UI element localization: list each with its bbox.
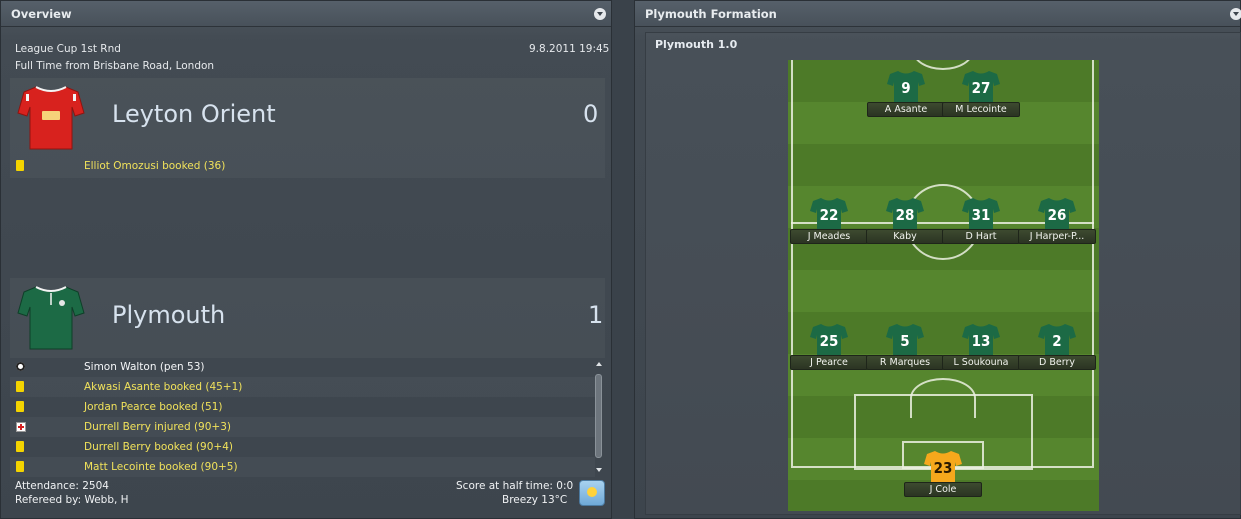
weather-label: Breezy 13°C [502, 494, 568, 506]
yellow-card-icon [16, 381, 24, 392]
player-marker[interactable]: 13 L Soukouna [942, 323, 1020, 373]
away-event-row: Simon Walton (pen 53) [10, 357, 595, 377]
player-marker[interactable]: 22 J Meades [790, 197, 868, 247]
player-marker[interactable]: 23 J Cole [904, 450, 982, 500]
yellow-card-icon [16, 461, 24, 472]
pitch [788, 60, 1099, 511]
player-name: J Pearce [790, 355, 868, 370]
events-scrollbar[interactable] [594, 360, 604, 474]
away-team-name[interactable]: Plymouth [112, 301, 225, 329]
home-shirt-icon [17, 86, 85, 150]
yellow-card-icon [16, 160, 24, 171]
player-marker[interactable]: 31 D Hart [942, 197, 1020, 247]
player-number: 26 [1047, 206, 1067, 224]
match-datetime: 9.8.2011 19:45 [529, 43, 610, 55]
away-event-row: Durrell Berry injured (90+3) [10, 417, 595, 437]
away-shirt-icon [17, 286, 85, 350]
player-name: J Harper-P... [1018, 229, 1096, 244]
formation-header: Plymouth Formation [635, 1, 1241, 27]
player-number: 25 [819, 332, 839, 350]
player-name: D Berry [1018, 355, 1096, 370]
yellow-card-icon [16, 441, 24, 452]
overview-title: Overview [11, 7, 72, 21]
event-text[interactable]: Durrell Berry booked (90+4) [84, 441, 233, 453]
player-name: D Hart [942, 229, 1020, 244]
goal-ball-icon [16, 362, 25, 371]
scroll-down-icon[interactable] [596, 468, 602, 472]
sunny-weather-icon [579, 480, 605, 506]
overview-collapse-icon[interactable] [594, 8, 606, 20]
home-team-name[interactable]: Leyton Orient [112, 100, 276, 128]
player-number: 27 [971, 79, 991, 97]
home-team-score: 0 [583, 100, 599, 128]
overview-header: Overview [1, 1, 611, 27]
referee-label: Refereed by: Webb, H [15, 494, 129, 506]
competition-label: League Cup 1st Rnd [15, 43, 121, 55]
away-event-row: Jordan Pearce booked (51) [10, 397, 595, 417]
away-team-score: 1 [588, 301, 604, 329]
player-name: J Meades [790, 229, 868, 244]
player-number: 5 [900, 332, 910, 350]
penalty-arc [910, 378, 976, 418]
formation-panel-title: Plymouth Formation [645, 7, 777, 21]
player-marker[interactable]: 5 R Marques [866, 323, 944, 373]
formation-name: Plymouth 1.0 [655, 38, 738, 51]
player-number: 31 [971, 206, 991, 224]
formation-panel: Plymouth Formation Plymouth 1.0 9 A Asant… [634, 0, 1241, 519]
player-number: 13 [971, 332, 991, 350]
formation-collapse-icon[interactable] [1230, 8, 1241, 20]
away-event-row: Akwasi Asante booked (45+1) [10, 377, 595, 397]
home-event-row: Elliot Omozusi booked (36) [10, 156, 595, 176]
player-marker[interactable]: 25 J Pearce [790, 323, 868, 373]
scroll-up-icon[interactable] [596, 362, 602, 366]
player-marker[interactable]: 27 M Lecointe [942, 70, 1020, 120]
event-text[interactable]: Simon Walton (pen 53) [84, 361, 205, 373]
player-name: L Soukouna [942, 355, 1020, 370]
injury-icon [16, 422, 26, 432]
yellow-card-icon [16, 401, 24, 412]
player-marker[interactable]: 28 Kaby [866, 197, 944, 247]
event-text[interactable]: Matt Lecointe booked (90+5) [84, 461, 238, 473]
player-name: R Marques [866, 355, 944, 370]
attendance-label: Attendance: 2504 [15, 480, 109, 492]
event-text[interactable]: Jordan Pearce booked (51) [84, 401, 223, 413]
player-name: Kaby [866, 229, 944, 244]
venue-label: Full Time from Brisbane Road, London [15, 60, 215, 72]
scroll-thumb[interactable] [595, 374, 602, 458]
player-name: J Cole [904, 482, 982, 497]
player-number: 9 [901, 79, 911, 97]
player-number: 22 [819, 206, 839, 224]
away-event-row: Durrell Berry booked (90+4) [10, 437, 595, 457]
away-event-row: Matt Lecointe booked (90+5) [10, 457, 595, 477]
player-number: 28 [895, 206, 915, 224]
away-team-section [10, 278, 605, 358]
player-number: 23 [933, 459, 953, 477]
player-name: M Lecointe [942, 102, 1020, 117]
event-text[interactable]: Elliot Omozusi booked (36) [84, 160, 225, 172]
player-marker[interactable]: 26 J Harper-P... [1018, 197, 1096, 247]
half-time-score: Score at half time: 0:0 [456, 480, 574, 492]
event-text[interactable]: Durrell Berry injured (90+3) [84, 421, 231, 433]
player-marker[interactable]: 2 D Berry [1018, 323, 1096, 373]
player-marker[interactable]: 9 A Asante [867, 70, 945, 120]
player-number: 2 [1052, 332, 1062, 350]
player-name: A Asante [867, 102, 945, 117]
event-text[interactable]: Akwasi Asante booked (45+1) [84, 381, 242, 393]
